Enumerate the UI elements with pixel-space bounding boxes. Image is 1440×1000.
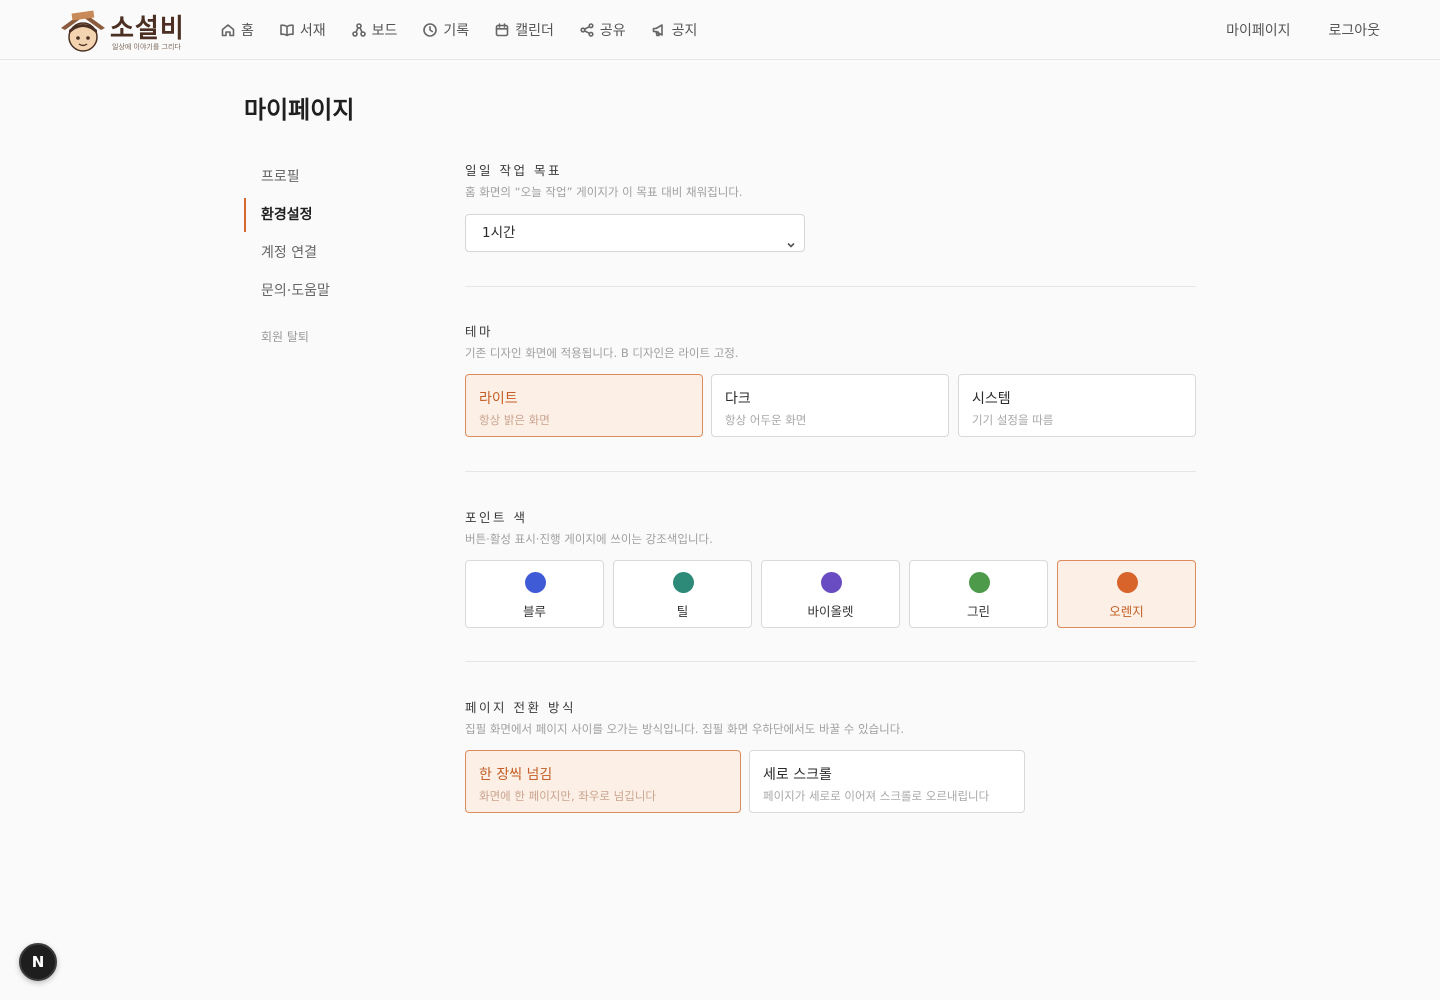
nav-label: 캘린더	[515, 23, 554, 39]
color-swatch	[969, 572, 990, 593]
accent-section: 포인트 색 버튼·활성 표시·진행 게이지에 쓰이는 강조색입니다.	[465, 507, 713, 547]
color-swatch	[525, 572, 546, 593]
mascot-logo-icon	[61, 10, 105, 52]
option-title: 라이트	[479, 391, 518, 407]
section-title: 포인트 색	[465, 510, 528, 525]
option-title: 시스템	[972, 391, 1011, 407]
settings-sidebar: 프로필 환경설정 계정 연결 문의·도움말 회원 탈퇴	[244, 160, 414, 358]
nav-item-library[interactable]: 서재	[279, 20, 326, 40]
nav-label: 공지	[671, 23, 698, 39]
color-label: 그린	[966, 604, 990, 619]
option-title: 다크	[725, 391, 751, 407]
book-icon	[280, 24, 294, 37]
divider	[465, 661, 1196, 662]
brand-logo[interactable]: 소설비 일상에 이야기를 그리다	[58, 6, 188, 54]
section-description: 집필 화면에서 페이지 사이를 오가는 방식입니다. 집필 화면 우하단에서도 …	[465, 722, 904, 736]
color-swatch	[673, 572, 694, 593]
option-title: 한 장씩 넘김	[479, 767, 553, 783]
transition-option-vertical-scroll[interactable]: 세로 스크롤 페이지가 세로로 이어져 스크롤로 오르내립니다	[749, 750, 1025, 813]
mypage-link[interactable]: 마이페이지	[1226, 20, 1290, 40]
color-label: 블루	[522, 604, 546, 619]
nav-item-calendar[interactable]: 캘린더	[494, 20, 554, 40]
color-label: 오렌지	[1109, 604, 1144, 619]
nav-label: 기록	[443, 23, 470, 39]
theme-section: 테마 기존 디자인 화면에 적용됩니다. B 디자인은 라이트 고정.	[465, 321, 739, 361]
transition-section: 페이지 전환 방식 집필 화면에서 페이지 사이를 오가는 방식입니다. 집필 …	[465, 697, 904, 737]
page-title: 마이페이지	[244, 96, 355, 124]
divider	[465, 471, 1196, 472]
withdraw-link[interactable]: 회원 탈퇴	[244, 320, 414, 354]
option-title: 세로 스크롤	[763, 767, 832, 783]
nav-label: 홈	[241, 23, 254, 39]
nav-item-share[interactable]: 공유	[579, 20, 626, 40]
color-label: 틸	[676, 604, 689, 619]
share-icon	[580, 23, 594, 37]
option-description: 페이지가 세로로 이어져 스크롤로 오르내립니다	[763, 789, 990, 803]
theme-option-light[interactable]: 라이트 항상 밝은 화면	[465, 374, 703, 437]
sidebar-item-profile[interactable]: 프로필	[244, 160, 414, 194]
sidebar-item-help[interactable]: 문의·도움말	[244, 274, 414, 308]
top-navigation-bar: 소설비 일상에 이야기를 그리다 홈 서재 보드 기록 캘린더 공유 공지 마이…	[0, 0, 1440, 60]
section-description: 버튼·활성 표시·진행 게이지에 쓰이는 강조색입니다.	[465, 532, 713, 546]
calendar-icon	[495, 23, 509, 37]
option-description: 항상 어두운 화면	[725, 413, 807, 427]
megaphone-icon	[652, 24, 663, 37]
section-description: 기존 디자인 화면에 적용됩니다. B 디자인은 라이트 고정.	[465, 346, 739, 360]
section-title: 테마	[465, 324, 494, 339]
nav-label: 보드	[371, 23, 398, 39]
goal-section: 일일 작업 목표 홈 화면의 “오늘 작업” 게이지가 이 목표 대비 채워집니…	[465, 160, 743, 200]
chevron-down-icon	[786, 228, 796, 248]
nav-item-notice[interactable]: 공지	[651, 20, 698, 40]
section-description: 홈 화면의 “오늘 작업” 게이지가 이 목표 대비 채워집니다.	[465, 185, 743, 199]
section-title: 일일 작업 목표	[465, 163, 562, 178]
account-links: 마이페이지 로그아웃	[1226, 0, 1380, 60]
nav-label: 공유	[599, 23, 626, 39]
accent-option-teal[interactable]: 틸	[613, 560, 752, 628]
nav-label: 서재	[299, 23, 326, 39]
brand-name: 소설비	[110, 14, 185, 44]
color-label: 바이올렛	[807, 604, 854, 619]
daily-goal-select[interactable]: 1시간	[465, 214, 805, 252]
option-description: 화면에 한 페이지만, 좌우로 넘깁니다	[479, 789, 656, 803]
nav-item-records[interactable]: 기록	[422, 20, 469, 40]
sidebar-item-preferences[interactable]: 환경설정	[244, 198, 414, 232]
option-description: 기기 설정을 따름	[972, 413, 1054, 427]
select-value: 1시간	[482, 225, 516, 241]
color-swatch	[1117, 572, 1138, 593]
accent-option-blue[interactable]: 블루	[465, 560, 604, 628]
logout-link[interactable]: 로그아웃	[1328, 20, 1380, 40]
nav-item-board[interactable]: 보드	[351, 20, 398, 40]
color-swatch	[821, 572, 842, 593]
brand-tagline: 일상에 이야기를 그리다	[112, 43, 181, 51]
accent-option-orange[interactable]: 오렌지	[1057, 560, 1196, 628]
main-nav: 홈 서재 보드 기록 캘린더 공유 공지	[220, 0, 722, 60]
home-icon	[221, 24, 235, 37]
clock-icon	[423, 23, 438, 37]
divider	[465, 286, 1196, 287]
option-description: 항상 밝은 화면	[479, 413, 550, 427]
section-title: 페이지 전환 방식	[465, 700, 576, 715]
accent-option-violet[interactable]: 바이올렛	[761, 560, 900, 628]
fab-letter: N	[31, 953, 45, 971]
sidebar-item-account-link[interactable]: 계정 연결	[244, 236, 414, 270]
dev-tools-button[interactable]: N	[19, 943, 57, 981]
board-icon	[351, 23, 366, 37]
accent-option-green[interactable]: 그린	[909, 560, 1048, 628]
theme-option-system[interactable]: 시스템 기기 설정을 따름	[958, 374, 1196, 437]
theme-option-dark[interactable]: 다크 항상 어두운 화면	[711, 374, 949, 437]
nav-item-home[interactable]: 홈	[220, 20, 254, 40]
transition-option-page-flip[interactable]: 한 장씩 넘김 화면에 한 페이지만, 좌우로 넘깁니다	[465, 750, 741, 813]
